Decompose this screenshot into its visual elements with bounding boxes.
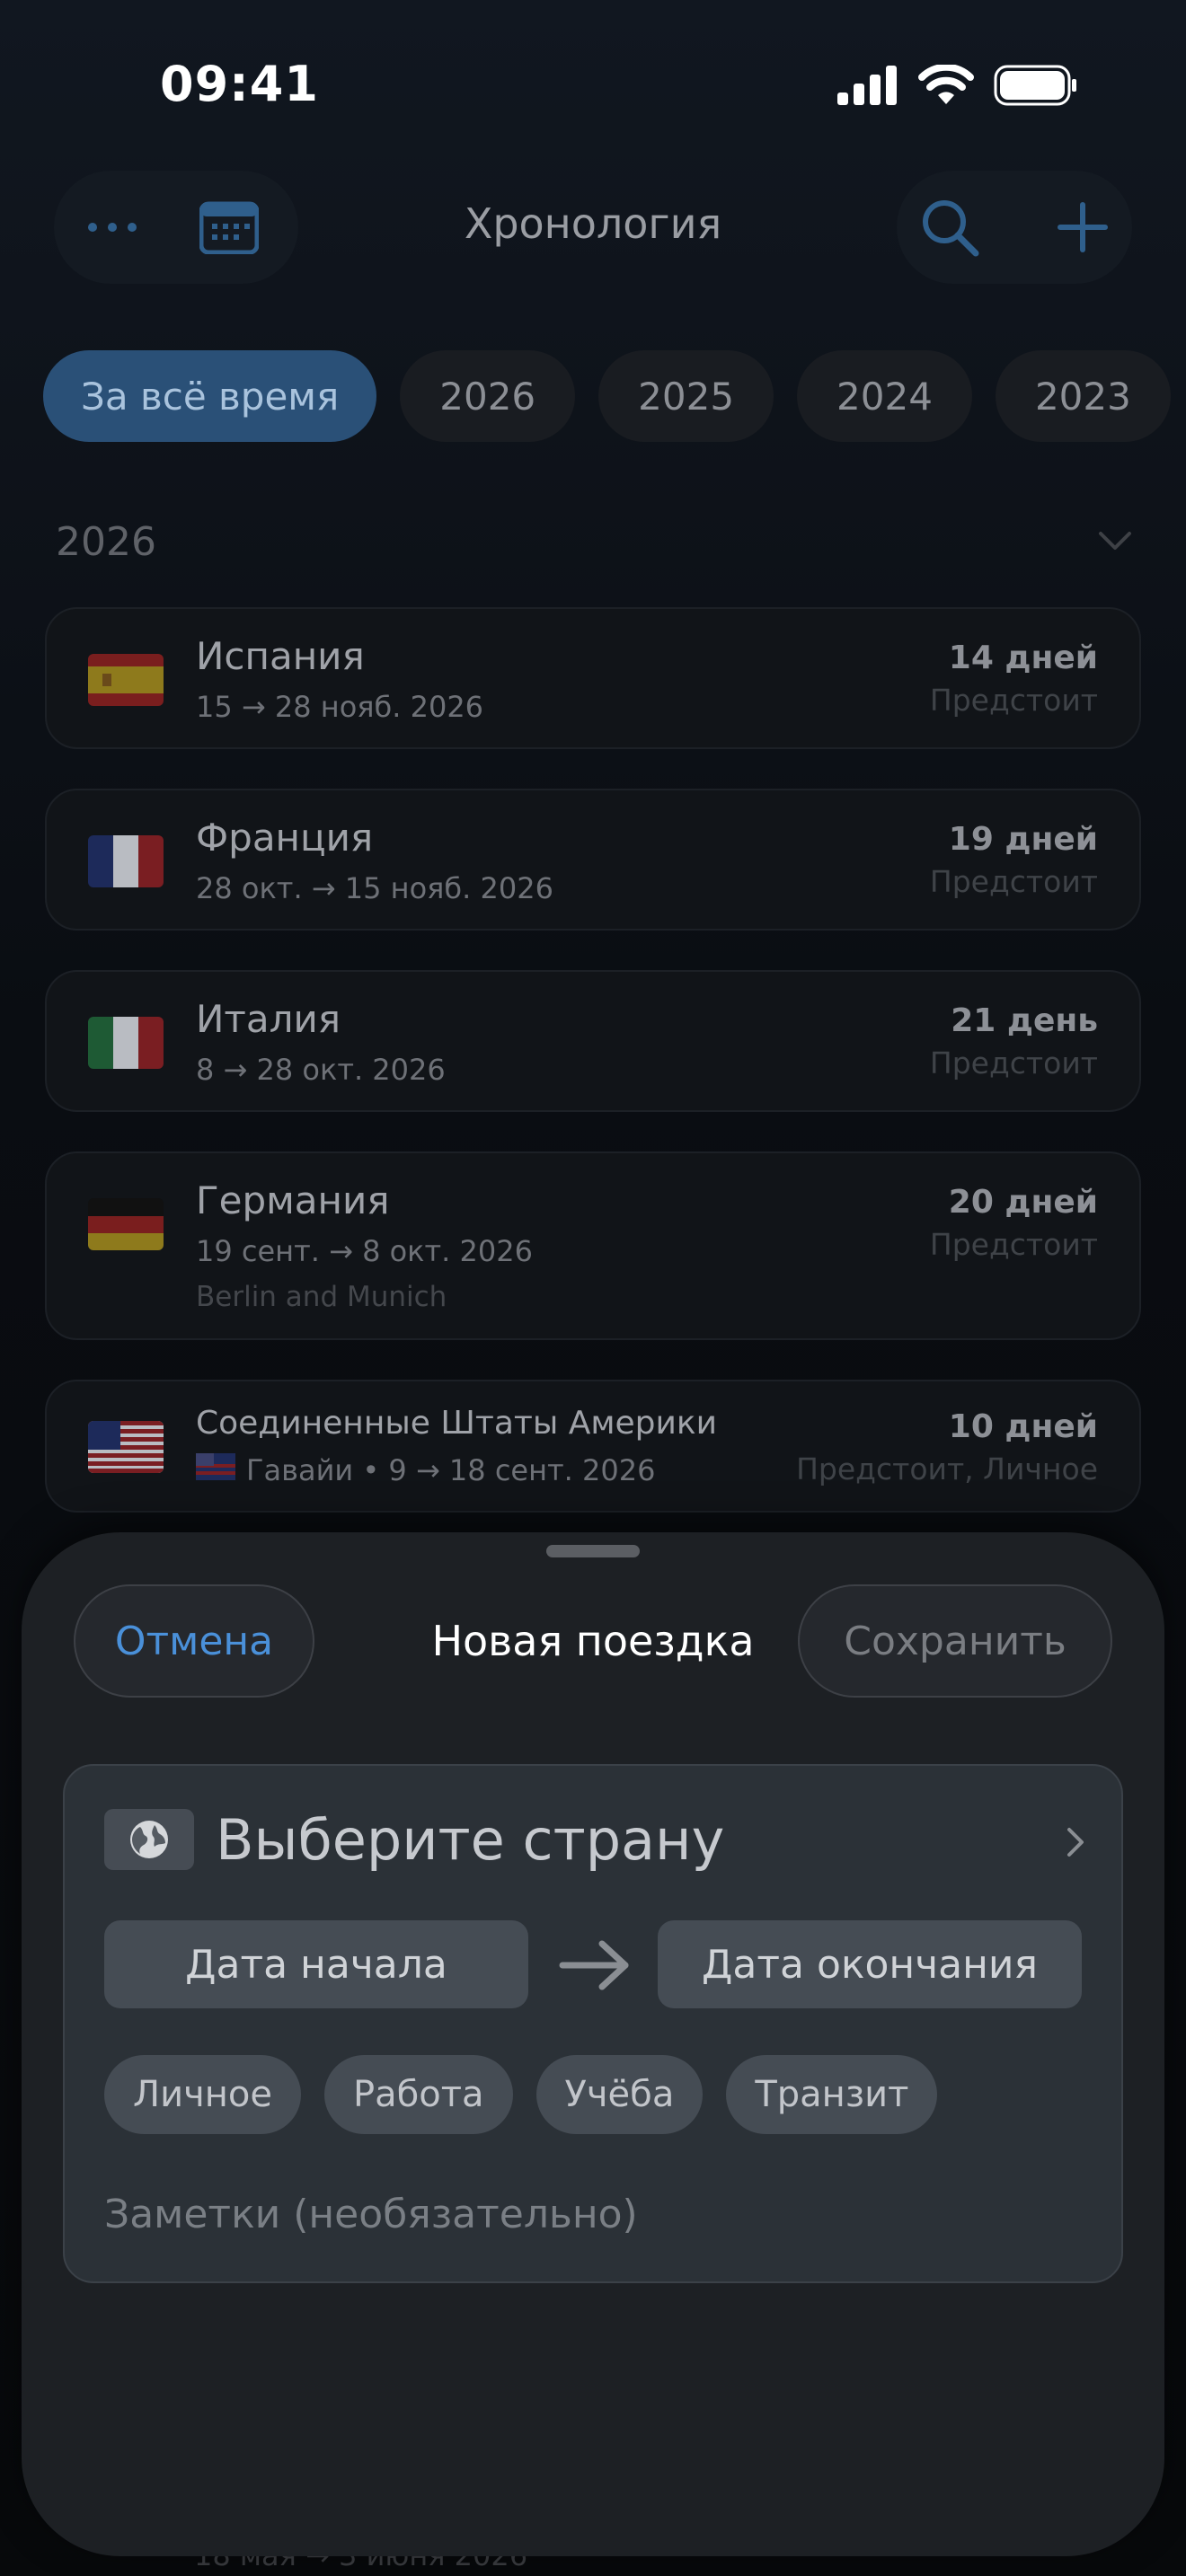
italy-flag-icon bbox=[88, 1017, 164, 1069]
trip-type-tags: Личное Работа Учёба Транзит bbox=[104, 2055, 938, 2134]
filter-chip-2024[interactable]: 2024 bbox=[797, 350, 972, 442]
tag-personal[interactable]: Личное bbox=[104, 2055, 301, 2134]
trip-status: Предстоит bbox=[929, 1227, 1098, 1262]
tag-work[interactable]: Работа bbox=[323, 2055, 513, 2134]
sheet-grabber[interactable] bbox=[546, 1545, 640, 1557]
arrow-right-icon bbox=[559, 1940, 629, 1990]
add-trip-button[interactable] bbox=[1044, 190, 1121, 264]
trip-duration: 10 дней bbox=[948, 1408, 1098, 1445]
filter-chip-2026[interactable]: 2026 bbox=[400, 350, 576, 442]
trip-card[interactable]: Испания 15 → 28 нояб. 2026 14 дней Предс… bbox=[45, 607, 1141, 749]
filter-chip-2023[interactable]: 2023 bbox=[995, 350, 1171, 442]
globe-icon bbox=[104, 1809, 194, 1870]
trip-duration: 21 день bbox=[951, 1002, 1098, 1039]
trip-note: Berlin and Munich bbox=[196, 1281, 447, 1313]
battery-icon bbox=[994, 65, 1076, 106]
trip-country: Соединенные Штаты Америки bbox=[196, 1405, 718, 1442]
country-picker-row[interactable]: Выберите страну bbox=[104, 1809, 1085, 1872]
plus-icon bbox=[1058, 202, 1108, 252]
country-placeholder: Выберите страну bbox=[216, 1807, 725, 1873]
search-icon bbox=[923, 200, 979, 257]
trip-country: Германия bbox=[196, 1178, 390, 1222]
germany-flag-icon bbox=[88, 1198, 164, 1250]
trip-dates: 8 → 28 окт. 2026 bbox=[196, 1053, 446, 1087]
trip-form-card: Выберите страну Дата начала Дата окончан… bbox=[63, 1764, 1123, 2283]
end-date-button[interactable]: Дата окончания bbox=[658, 1920, 1082, 2008]
trip-country: Франция bbox=[196, 816, 374, 860]
notes-input[interactable]: Заметки (необязательно) bbox=[104, 2192, 638, 2237]
section-year-header: 2026 bbox=[56, 519, 156, 565]
trip-dates: Гавайи • 9 → 18 сент. 2026 bbox=[246, 1453, 656, 1487]
year-filter-bar: За всё время 2026 2025 2024 2023 bbox=[43, 350, 1171, 442]
trip-card[interactable]: Италия 8 → 28 окт. 2026 21 день Предстои… bbox=[45, 970, 1141, 1112]
signal-icon bbox=[837, 66, 897, 105]
chevron-down-icon[interactable] bbox=[1098, 530, 1132, 551]
trip-card[interactable]: Германия 19 сент. → 8 окт. 2026 Berlin a… bbox=[45, 1151, 1141, 1340]
trip-card[interactable]: Франция 28 окт. → 15 нояб. 2026 19 дней … bbox=[45, 789, 1141, 931]
tag-transit[interactable]: Транзит bbox=[726, 2055, 938, 2134]
status-icons bbox=[837, 65, 1078, 106]
trip-dates: 19 сент. → 8 окт. 2026 bbox=[196, 1234, 533, 1268]
wifi-icon bbox=[918, 65, 974, 104]
trip-country: Испания bbox=[196, 634, 365, 678]
chevron-right-icon bbox=[1067, 1828, 1084, 1857]
status-time: 09:41 bbox=[160, 56, 319, 112]
save-button[interactable]: Сохранить bbox=[798, 1584, 1112, 1698]
trip-duration: 20 дней bbox=[948, 1184, 1098, 1221]
new-trip-sheet: Отмена Новая поездка Сохранить Выберите … bbox=[22, 1532, 1164, 2556]
trip-country: Италия bbox=[196, 997, 341, 1041]
start-date-button[interactable]: Дата начала bbox=[104, 1920, 528, 2008]
trip-card[interactable]: Соединенные Штаты Америки Гавайи • 9 → 1… bbox=[45, 1380, 1141, 1513]
usa-flag-icon bbox=[88, 1421, 164, 1473]
trip-dates: 15 → 28 нояб. 2026 bbox=[196, 690, 484, 724]
filter-chip-all-time[interactable]: За всё время bbox=[43, 350, 377, 442]
hawaii-flag-icon bbox=[196, 1453, 235, 1480]
trip-status: Предстоит, Личное bbox=[796, 1451, 1098, 1486]
search-button[interactable] bbox=[911, 190, 988, 264]
trip-status: Предстоит bbox=[929, 683, 1098, 718]
france-flag-icon bbox=[88, 835, 164, 887]
trip-duration: 14 дней bbox=[948, 640, 1098, 676]
tag-study[interactable]: Учёба bbox=[535, 2055, 704, 2134]
filter-chip-2025[interactable]: 2025 bbox=[598, 350, 774, 442]
spain-flag-icon bbox=[88, 654, 164, 706]
trip-duration: 19 дней bbox=[948, 821, 1098, 858]
trip-status: Предстоит bbox=[929, 864, 1098, 899]
trip-status: Предстоит bbox=[929, 1045, 1098, 1081]
trip-dates: 28 окт. → 15 нояб. 2026 bbox=[196, 871, 553, 905]
